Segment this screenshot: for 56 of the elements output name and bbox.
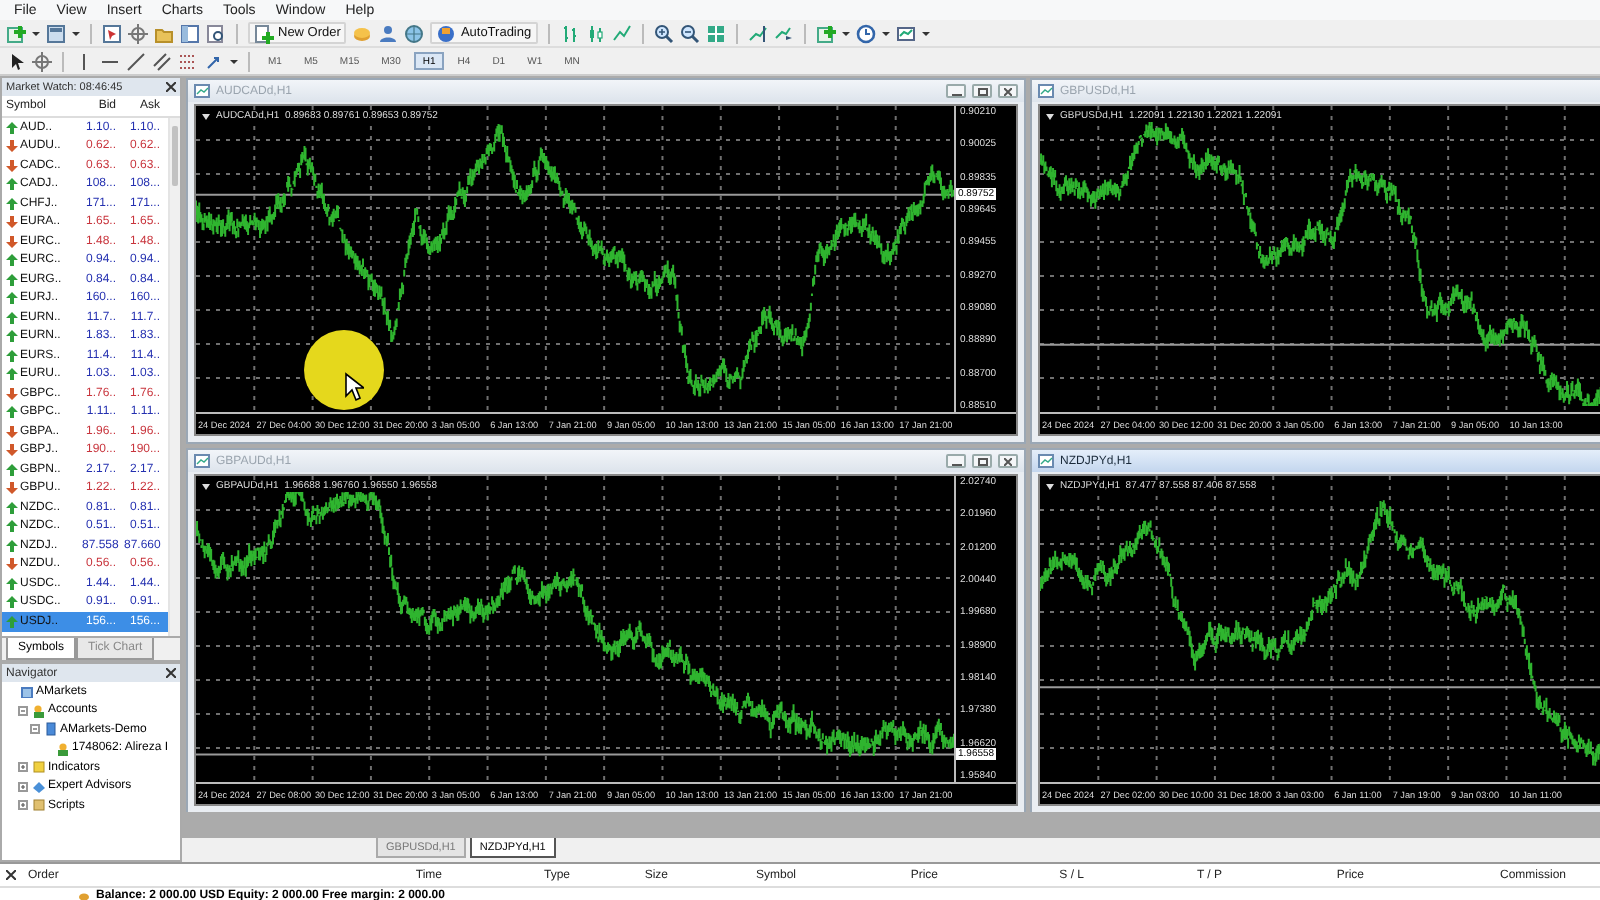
auto-scroll-icon[interactable]	[773, 23, 794, 43]
document-plus-icon	[254, 23, 274, 43]
collapse-icon[interactable]	[18, 705, 28, 716]
chart-window-icon	[194, 454, 210, 468]
maximize-button[interactable]	[972, 454, 992, 468]
close-icon[interactable]	[166, 82, 176, 92]
minimize-button[interactable]	[946, 454, 966, 468]
zoom-out-icon[interactable]	[679, 23, 700, 43]
globe-icon[interactable]	[404, 23, 425, 43]
bar-chart-icon[interactable]	[559, 23, 580, 43]
maximize-icon	[977, 457, 987, 465]
dropdown-triangle-icon	[1046, 483, 1054, 489]
chart-window-icon	[194, 84, 210, 98]
crosshair-icon[interactable]	[128, 23, 148, 43]
close-icon[interactable]	[6, 870, 16, 880]
channel-icon[interactable]	[152, 51, 172, 71]
expand-icon[interactable]	[18, 800, 28, 811]
close-button[interactable]	[998, 84, 1018, 98]
close-button[interactable]	[998, 454, 1018, 468]
chart-shift-icon[interactable]	[747, 23, 768, 43]
maximize-button[interactable]	[972, 84, 992, 98]
line-chart-icon[interactable]	[611, 23, 632, 43]
tile-windows-icon[interactable]	[705, 23, 726, 43]
close-icon	[1004, 457, 1012, 465]
scrollbar[interactable]	[168, 118, 180, 636]
mouse-pointer-icon	[344, 372, 364, 402]
expand-icon[interactable]	[18, 762, 28, 773]
pointer-tool-icon[interactable]	[6, 51, 26, 71]
dropdown-triangle-icon	[1046, 113, 1054, 119]
clock-icon[interactable]	[855, 23, 876, 43]
chart-window-icon	[1038, 84, 1054, 98]
close-icon	[1004, 87, 1012, 95]
dropdown-triangle-icon	[202, 483, 210, 489]
person-icon	[55, 741, 69, 756]
dropdown-triangle-icon	[202, 113, 210, 119]
close-icon[interactable]	[166, 668, 176, 678]
candlestick-icon[interactable]	[585, 23, 606, 43]
chart-window-icon	[1038, 454, 1054, 468]
maximize-icon	[977, 87, 987, 95]
person-icon[interactable]	[378, 23, 399, 43]
people-icon	[31, 703, 45, 718]
collapse-icon[interactable]	[30, 724, 40, 735]
zoom-in-icon[interactable]	[653, 23, 674, 43]
trend-line-icon[interactable]	[126, 51, 146, 71]
expand-icon[interactable]	[18, 781, 28, 792]
fibonacci-icon[interactable]	[178, 51, 198, 71]
minimize-button[interactable]	[946, 84, 966, 98]
magnifier-icon[interactable]	[206, 23, 226, 43]
template-icon[interactable]	[895, 23, 916, 43]
crosshair-icon[interactable]	[32, 51, 52, 71]
arrow-tool-icon[interactable]	[204, 51, 224, 71]
profiles-icon[interactable]	[46, 23, 66, 43]
server-icon	[43, 722, 57, 737]
market-watch-icon[interactable]	[102, 23, 122, 43]
window-icon[interactable]	[180, 23, 200, 43]
coins-icon	[78, 890, 90, 900]
